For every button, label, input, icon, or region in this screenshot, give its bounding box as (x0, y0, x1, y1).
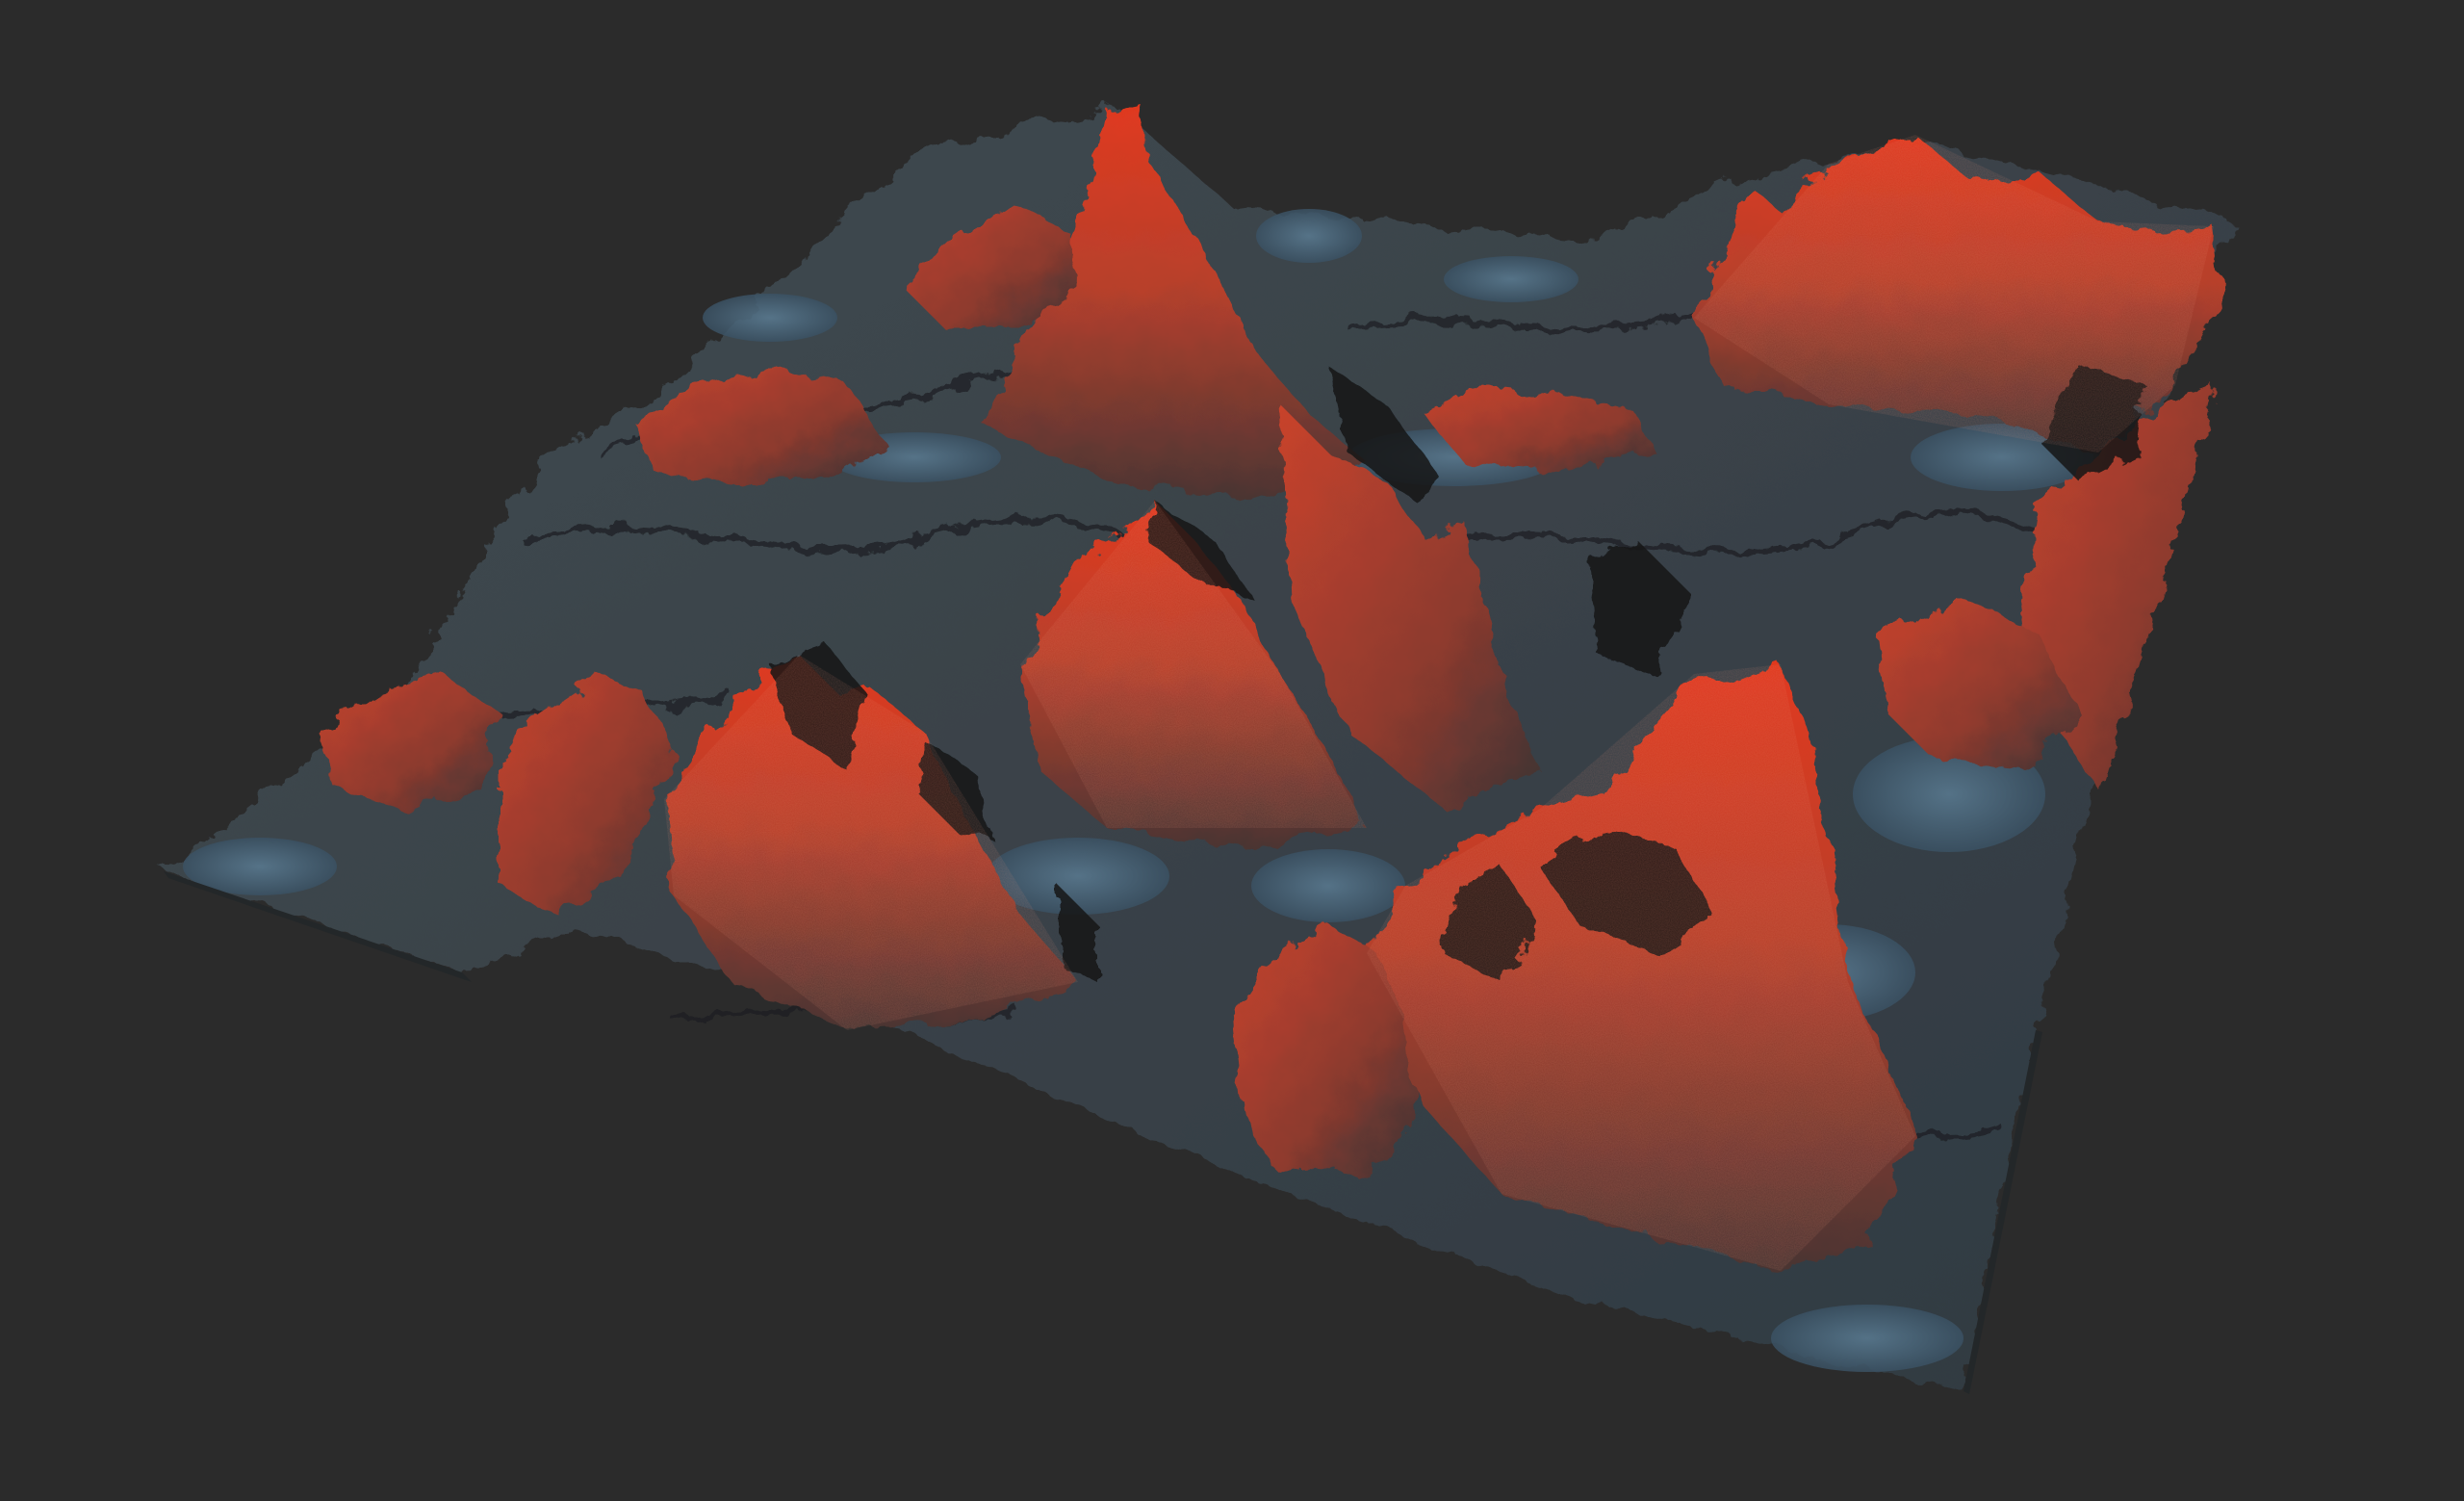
water-patch (1444, 256, 1578, 302)
terrain-render (164, 104, 2233, 1394)
3d-viewport[interactable] (0, 0, 2464, 1501)
water-patch (1251, 849, 1405, 922)
water-patch (1256, 209, 1362, 263)
water-patch (703, 294, 837, 342)
ridge-far-left (318, 674, 500, 809)
water-patch (1771, 1305, 1964, 1372)
